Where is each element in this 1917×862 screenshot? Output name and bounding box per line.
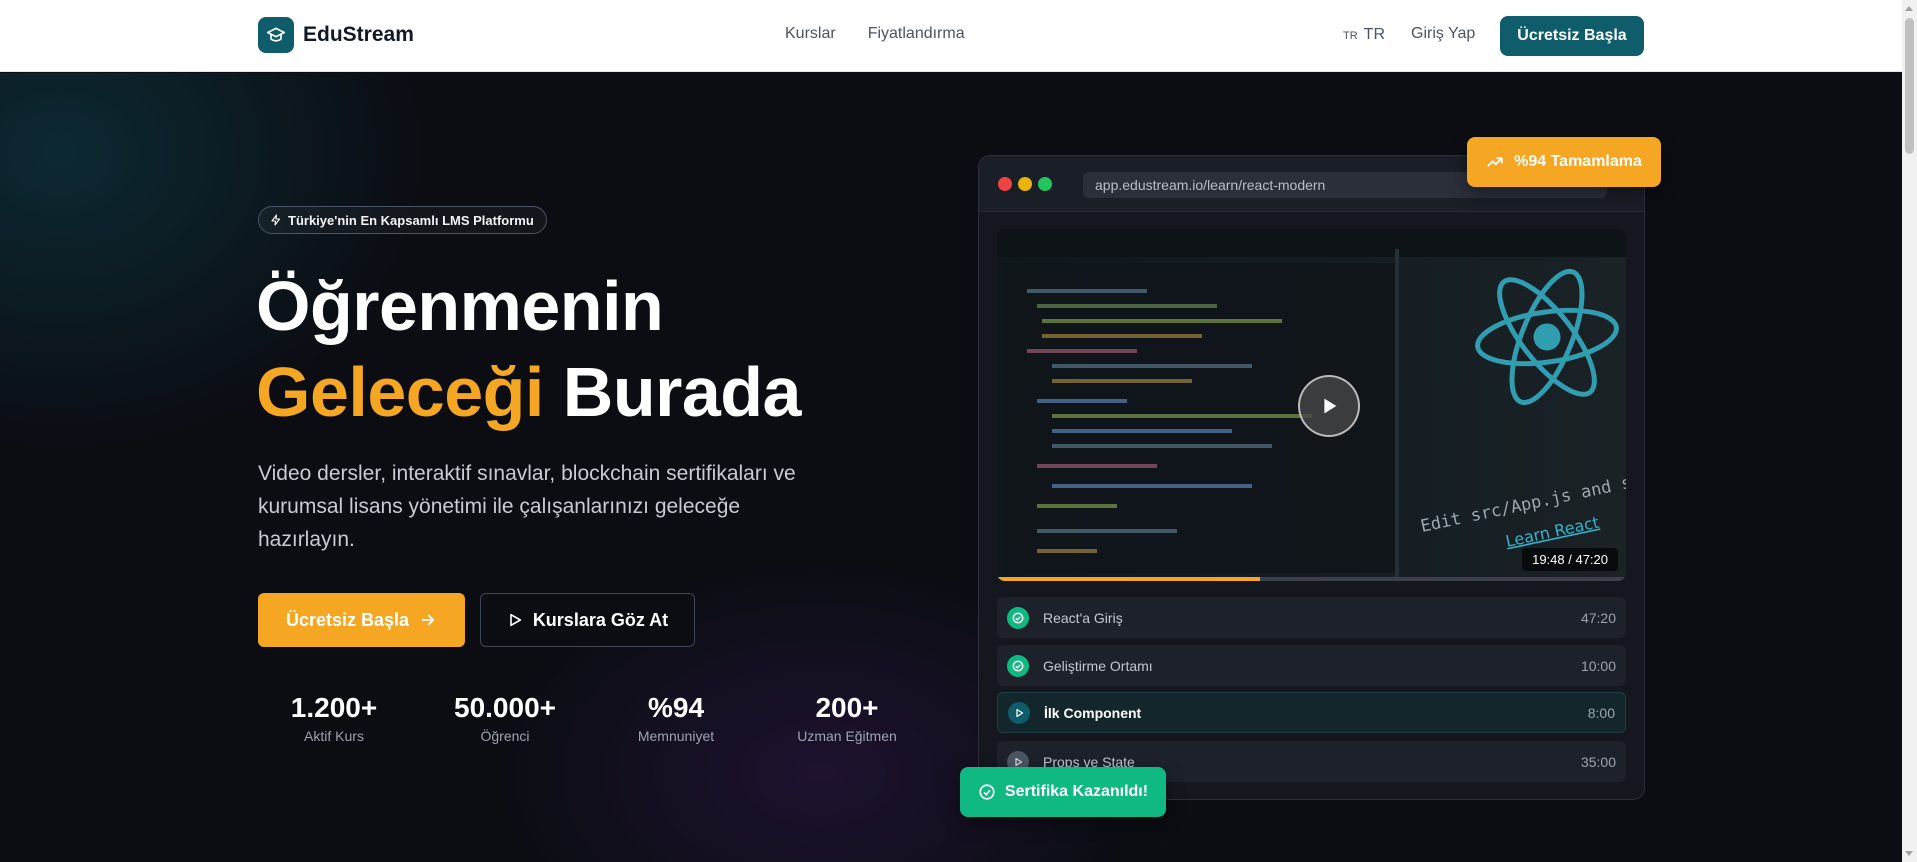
play-circle-icon	[1008, 701, 1030, 724]
lesson-duration: 35:00	[1580, 753, 1616, 770]
lesson-title: React'a Giriş	[1043, 609, 1123, 626]
minimize-dot-icon	[1018, 177, 1032, 191]
lightning-icon	[271, 214, 281, 226]
hero-signup-label: Ücretsiz Başla	[285, 609, 410, 630]
browse-courses-label: Kurslara Göz At	[532, 609, 669, 630]
hero-subtitle: Video dersler, interaktif sınavlar, bloc…	[258, 462, 796, 551]
lesson-title: İlk Component	[1044, 704, 1142, 721]
lesson-item-active[interactable]: İlk Component 8:00	[997, 692, 1626, 733]
hero-title-line1: Öğrenmenin	[256, 267, 664, 345]
stat-value: 50.000+	[454, 692, 556, 723]
lesson-item[interactable]: React'a Giriş 47:20	[997, 597, 1626, 638]
stat-instructors: 200+ Uzman Eğitmen	[772, 692, 922, 744]
lesson-duration: 10:00	[1580, 657, 1616, 674]
top-header: EduStream Kurslar Fiyatlandırma TR TR Gi…	[0, 0, 1902, 72]
close-dot-icon	[998, 177, 1012, 191]
check-circle-icon	[1007, 606, 1029, 629]
check-circle-icon	[979, 784, 995, 800]
lesson-duration: 47:20	[1580, 609, 1616, 626]
nav-link-courses[interactable]: Kurslar	[785, 25, 836, 43]
app-preview-window: app.edustream.io/learn/react-modern Lear…	[978, 155, 1645, 800]
flag-icon: TR	[1343, 30, 1358, 42]
hero-badge: Türkiye'nin En Kapsamlı LMS Platformu	[258, 206, 547, 234]
trending-up-icon	[1487, 157, 1503, 167]
page-scrollbar[interactable]	[1902, 0, 1917, 862]
stat-label: Uzman Eğitmen	[797, 728, 897, 744]
hero-title: Öğrenmenin Geleceği Burada	[256, 263, 801, 435]
login-link[interactable]: Giriş Yap	[1411, 25, 1475, 43]
stat-value: 200+	[815, 692, 879, 723]
stat-value: 1.200+	[290, 692, 378, 723]
stat-students: 50.000+ Öğrenci	[430, 692, 580, 744]
play-icon	[1324, 398, 1337, 414]
scrollbar-thumb[interactable]	[1905, 18, 1914, 154]
browse-courses-button[interactable]: Kurslara Göz At	[480, 593, 695, 647]
arrow-right-icon	[421, 614, 435, 626]
stat-label: Öğrenci	[480, 728, 530, 744]
completion-badge: %94 Tamamlama	[1467, 137, 1661, 187]
brand-logo[interactable]: EduStream	[258, 17, 414, 53]
language-switcher[interactable]: TR TR	[1343, 26, 1385, 44]
language-code: TR	[1363, 26, 1385, 43]
video-player[interactable]: Edit src/App.js and save to rel Learn Re…	[997, 229, 1626, 581]
lesson-item[interactable]: Geliştirme Ortamı 10:00	[997, 645, 1626, 686]
certificate-text: Sertifika Kazanıldı!	[1004, 783, 1149, 800]
graduation-cap-icon	[258, 17, 294, 53]
maximize-dot-icon	[1038, 177, 1052, 191]
stat-satisfaction: %94 Memnuniyet	[601, 692, 751, 744]
scroll-down-icon[interactable]	[1905, 851, 1913, 856]
play-icon	[510, 613, 521, 627]
stat-value: %94	[647, 692, 705, 723]
check-circle-icon	[1007, 654, 1029, 677]
video-progress-fill	[997, 577, 1260, 581]
stat-courses: 1.200+ Aktif Kurs	[259, 692, 409, 744]
stat-label: Memnuniyet	[637, 728, 715, 744]
hero-badge-text: Türkiye'nin En Kapsamlı LMS Platformu	[288, 212, 534, 228]
completion-text: %94 Tamamlama	[1514, 153, 1642, 170]
lesson-title: Geliştirme Ortamı	[1043, 657, 1153, 674]
hero-signup-button[interactable]: Ücretsiz Başla	[258, 593, 465, 647]
lesson-duration: 8:00	[1587, 704, 1615, 721]
brand-name: EduStream	[303, 23, 414, 46]
video-progress-bar[interactable]	[997, 577, 1626, 581]
play-button[interactable]	[1298, 375, 1360, 437]
scroll-up-icon[interactable]	[1905, 6, 1913, 11]
video-timecode: 19:48 / 47:20	[1522, 548, 1618, 571]
main-nav: Kurslar Fiyatlandırma	[785, 25, 965, 43]
header-signup-button[interactable]: Ücretsiz Başla	[1500, 16, 1644, 56]
nav-link-pricing[interactable]: Fiyatlandırma	[868, 25, 965, 43]
certificate-toast: Sertifika Kazanıldı!	[960, 767, 1166, 817]
stat-label: Aktif Kurs	[304, 728, 364, 744]
hero-title-accent: Geleceği	[256, 353, 544, 431]
hero-title-rest: Burada	[543, 353, 802, 431]
